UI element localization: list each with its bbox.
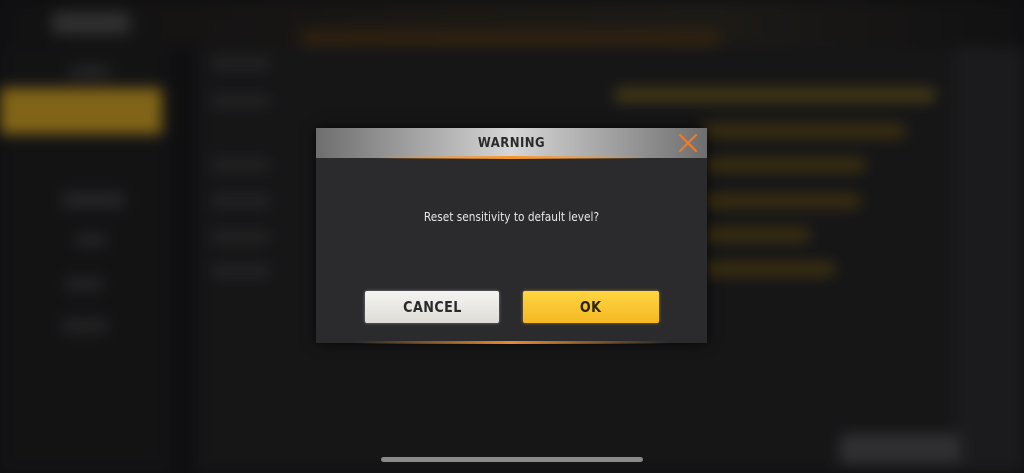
ok-button[interactable]: OK <box>523 291 659 323</box>
close-icon <box>678 133 698 153</box>
home-indicator[interactable] <box>381 457 643 462</box>
cancel-button[interactable]: CANCEL <box>365 291 499 323</box>
dialog-bottom-glow <box>356 341 667 344</box>
warning-dialog: WARNING Reset sensitivity to default lev… <box>316 128 707 344</box>
cancel-button-label: CANCEL <box>402 298 462 316</box>
dialog-title: WARNING <box>477 136 546 151</box>
close-button[interactable] <box>675 131 701 155</box>
ok-button-label: OK <box>580 298 602 316</box>
game-screen: WARNING Reset sensitivity to default lev… <box>0 0 1024 473</box>
dialog-message: Reset sensitivity to default level? <box>423 210 600 224</box>
